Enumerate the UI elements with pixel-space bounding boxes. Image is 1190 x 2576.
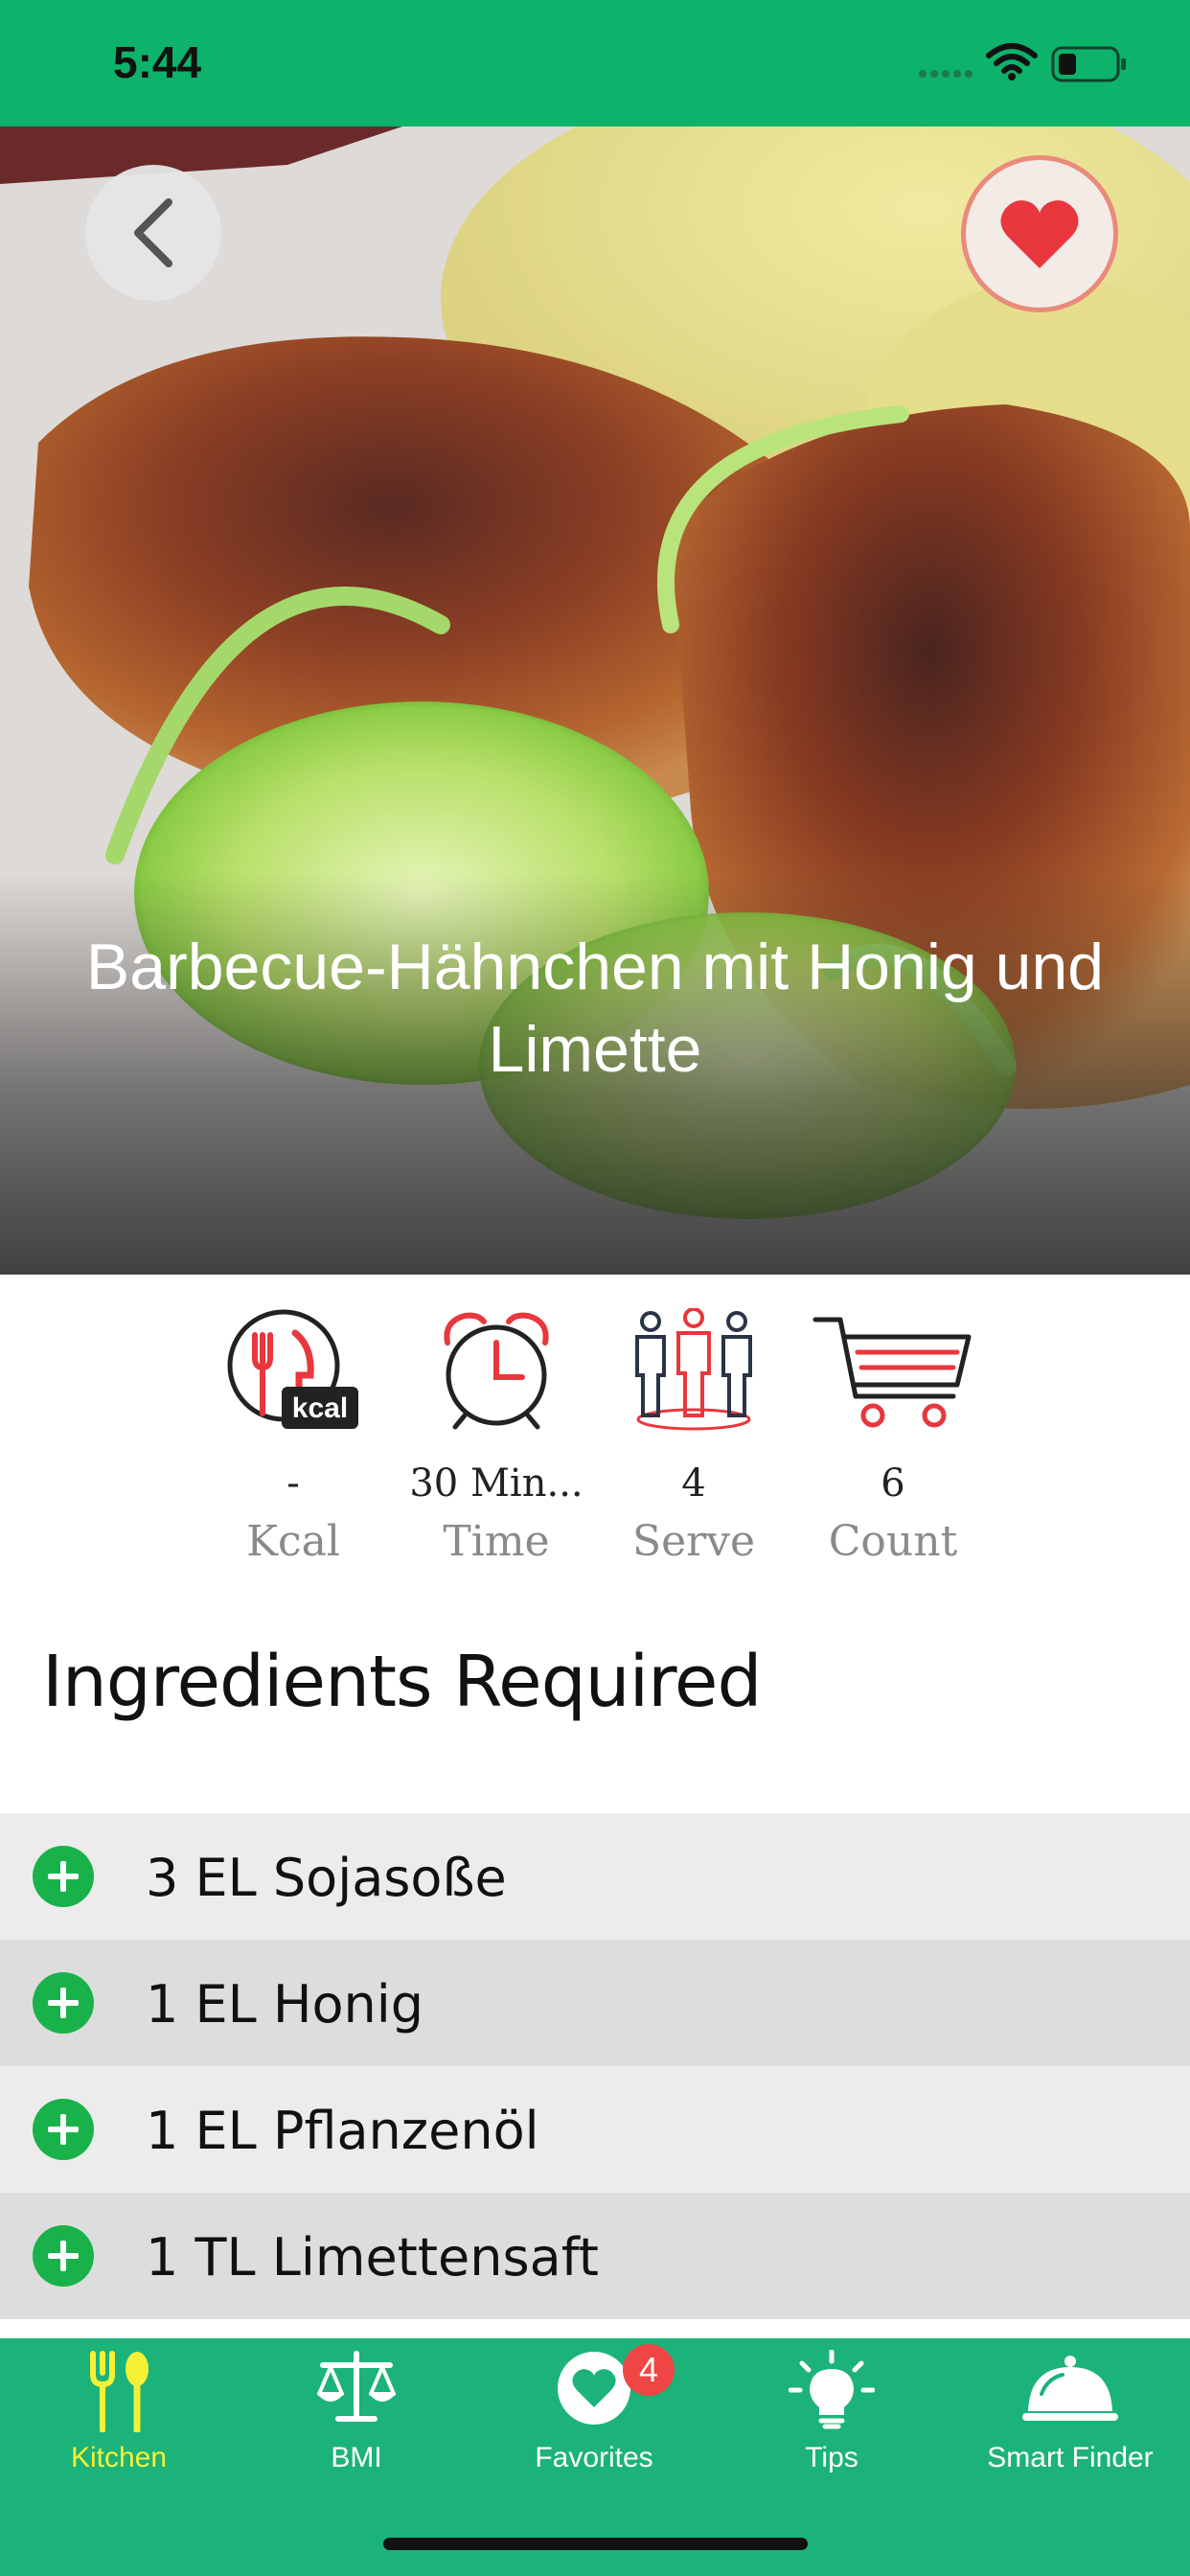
tab-label: Smart Finder [987,2442,1154,2473]
stat-label: Kcal [246,1517,340,1566]
list-item: 1 EL Pflanzenöl [0,2066,1190,2193]
status-bar: 5:44 [0,0,1190,126]
lightbulb-icon [789,2350,875,2429]
list-item: 1 TL Limettensaft [0,2193,1190,2319]
list-item: 1 EL Honig [0,1940,1190,2066]
tab-label: Favorites [535,2442,653,2473]
ingredient-text: 1 EL Pflanzenöl [146,2101,539,2161]
list-item: 3 EL Sojasoße [0,1813,1190,1940]
status-time: 5:44 [113,37,202,87]
stat-value: 4 [681,1461,706,1506]
tab-tips[interactable]: Tips [713,2338,950,2482]
heart-icon [558,2352,630,2425]
cloche-icon [1022,2356,1118,2421]
add-ingredient-button[interactable] [33,1846,94,1907]
add-ingredient-button[interactable] [33,2099,94,2160]
section-title: Ingredients Required [42,1641,762,1723]
tab-bmi[interactable]: BMI [238,2338,475,2482]
ingredient-text: 1 TL Limettensaft [146,2227,599,2288]
stat-serve: 4 Serve [598,1308,790,1566]
stat-label: Time [443,1517,550,1566]
signal-icon [919,70,973,78]
favorites-badge: 4 [623,2344,675,2396]
kcal-icon-text: kcal [292,1392,348,1424]
back-button[interactable] [85,165,221,301]
tab-smart-finder[interactable]: Smart Finder [950,2338,1190,2482]
favorite-button[interactable] [961,155,1118,312]
stat-value: - [286,1461,300,1506]
stat-label: Serve [631,1517,756,1566]
stat-count[interactable]: 6 Count [797,1308,989,1566]
stat-label: Count [828,1517,958,1566]
tab-label: Tips [805,2442,858,2473]
tab-favorites[interactable]: Favorites [475,2338,713,2482]
tab-kitchen[interactable]: Kitchen [0,2338,238,2482]
stat-time: 30 Min... Time [400,1308,592,1566]
ingredients-list: 3 EL Sojasoße 1 EL Honig 1 EL Pflanzenöl… [0,1813,1190,2319]
shopping-cart-icon [812,1317,972,1428]
wifi-icon [986,43,1038,80]
home-indicator[interactable] [383,2538,808,2550]
ingredient-text: 3 EL Sojasoße [146,1848,507,1908]
scale-icon [317,2351,396,2422]
battery-icon [1051,46,1126,82]
tab-label: Kitchen [70,2442,168,2473]
stat-kcal: kcal - Kcal [197,1308,389,1566]
stat-value: 30 Min... [409,1461,584,1506]
ingredient-text: 1 EL Honig [146,1974,424,2035]
add-ingredient-button[interactable] [33,1972,94,2034]
fork-spoon-icon [90,2351,149,2432]
recipe-title: Barbecue-Hähnchen mit Honig und Limette [85,931,1105,1086]
stat-value: 6 [881,1461,905,1506]
kcal-icon: kcal [227,1309,358,1429]
alarm-clock-icon [444,1312,549,1430]
heart-icon [1000,200,1079,268]
people-icon [635,1308,752,1431]
chevron-left-icon [134,198,172,267]
add-ingredient-button[interactable] [33,2225,94,2287]
tab-label: BMI [331,2442,382,2473]
